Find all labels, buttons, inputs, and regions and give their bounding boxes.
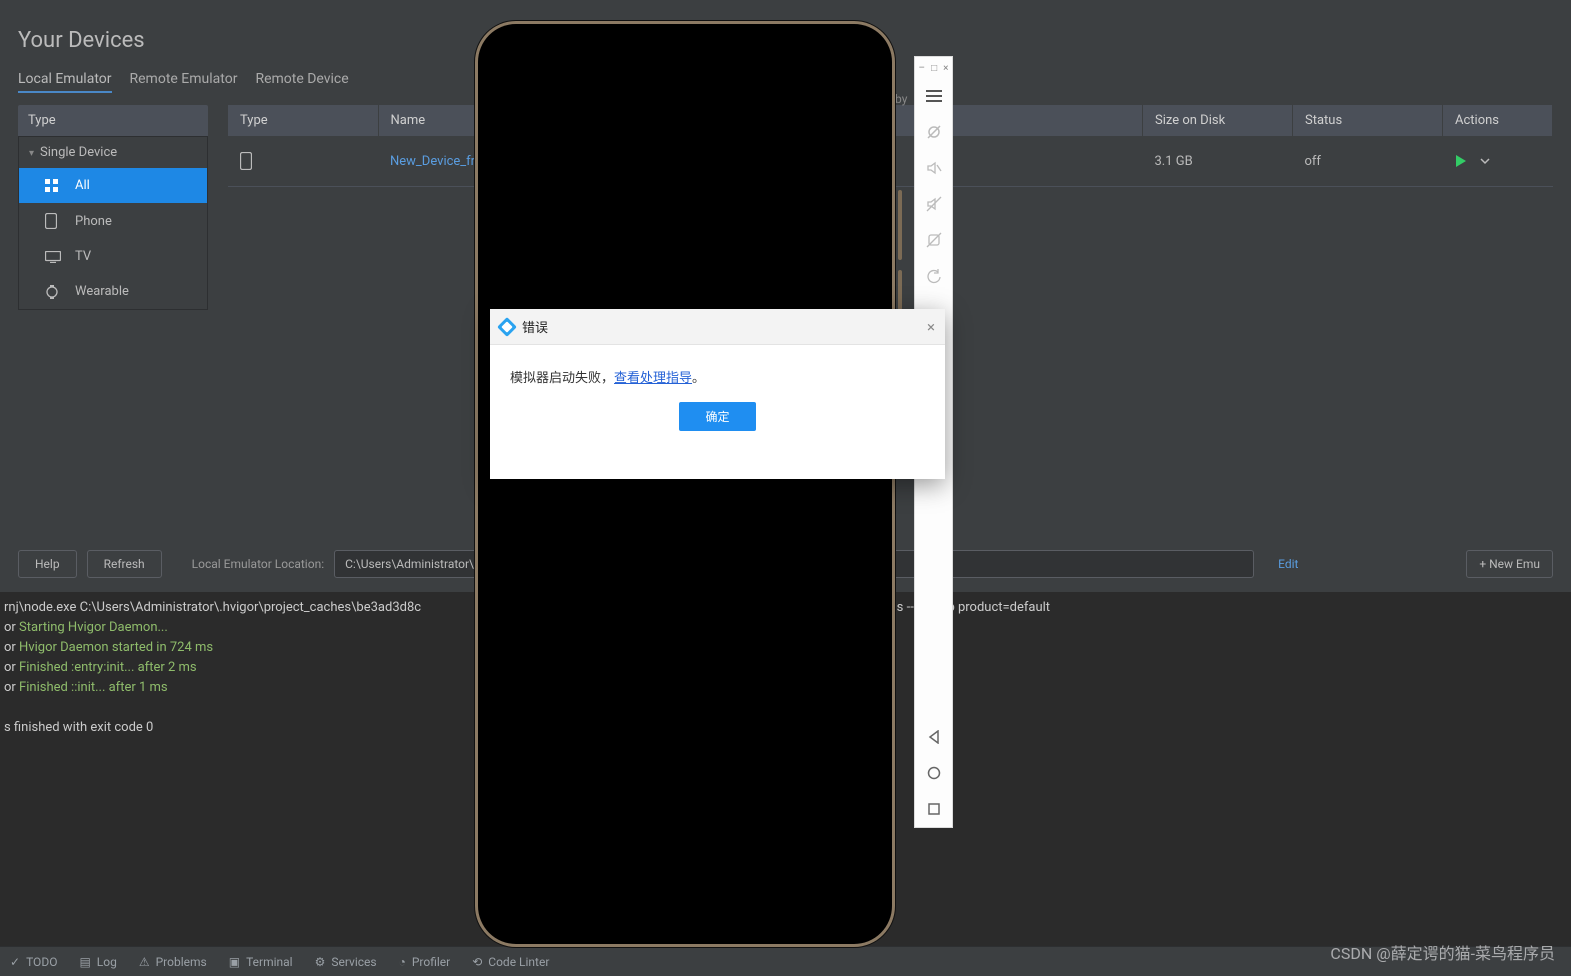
gear-icon: ⚙ — [315, 955, 326, 969]
col-status[interactable]: Status — [1293, 105, 1443, 136]
device-frame — [478, 24, 892, 944]
rotate-left-icon[interactable] — [915, 222, 953, 258]
maximize-icon[interactable]: □ — [931, 63, 937, 74]
sidebar-header: Type — [18, 105, 208, 136]
console-prefix: or — [4, 640, 19, 655]
tab-local-emulator[interactable]: Local Emulator — [18, 71, 112, 93]
volume-off-icon[interactable] — [915, 186, 953, 222]
warning-icon: ⚠ — [139, 955, 150, 969]
back-icon[interactable] — [915, 719, 953, 755]
chevron-down-icon[interactable] — [1479, 155, 1491, 167]
col-actions[interactable]: Actions — [1443, 105, 1553, 136]
cell-type — [228, 136, 378, 187]
col-size[interactable]: Size on Disk — [1143, 105, 1293, 136]
console-line: rnj\node.exe C:\Users\Administrator\.hvi… — [4, 600, 421, 615]
watermark: CSDN @薛定谔的猫-菜鸟程序员 — [1330, 940, 1555, 964]
dialog-title: 错误 — [522, 317, 548, 336]
console-line: Finished ::init... after 1 ms — [19, 680, 168, 695]
tv-icon — [45, 251, 61, 263]
help-guide-link[interactable]: 查看处理指导 — [614, 371, 692, 386]
help-button[interactable]: Help — [18, 550, 77, 578]
tab-remote-emulator[interactable]: Remote Emulator — [130, 71, 238, 93]
sidebar-group-single-device[interactable]: Single Device — [19, 137, 207, 168]
profiler-icon: ◔ — [399, 955, 406, 969]
terminal-icon: ▣ — [229, 955, 240, 969]
sidebar-item-label: Phone — [75, 214, 112, 229]
volume-mute-icon[interactable] — [915, 150, 953, 186]
device-side-button — [898, 190, 902, 260]
check-icon: ✓ — [10, 955, 20, 969]
statusbar-todo[interactable]: ✓TODO — [10, 955, 57, 969]
console-line: Finished :entry:init... after 2 ms — [19, 660, 197, 675]
statusbar-services[interactable]: ⚙Services — [315, 955, 377, 969]
emulator-location-label: Local Emulator Location: — [192, 557, 324, 571]
emulator-device — [478, 0, 896, 976]
overview-icon[interactable] — [915, 791, 953, 827]
sidebar-item-phone[interactable]: Phone — [19, 203, 207, 239]
ok-button[interactable]: 确定 — [679, 402, 755, 431]
device-side-button — [898, 270, 902, 310]
device-type-sidebar: Type Single Device All Phone — [18, 105, 208, 310]
sidebar-item-tv[interactable]: TV — [19, 239, 207, 274]
edit-location-link[interactable]: Edit — [1278, 557, 1298, 571]
play-icon[interactable] — [1455, 155, 1467, 167]
sidebar-item-wearable[interactable]: Wearable — [19, 274, 207, 309]
error-dialog: 错误 × 模拟器启动失败，查看处理指导。 确定 — [490, 309, 945, 479]
minimize-icon[interactable]: – — [919, 63, 926, 74]
watch-icon — [45, 285, 61, 299]
cell-status: off — [1293, 136, 1443, 187]
col-type[interactable]: Type — [228, 105, 378, 136]
app-icon — [497, 317, 517, 337]
log-icon: ▤ — [79, 955, 90, 969]
rotate-right-icon[interactable] — [915, 258, 953, 294]
no-sensor-icon[interactable] — [915, 114, 953, 150]
console-prefix: or — [4, 660, 19, 675]
close-icon[interactable]: × — [927, 318, 935, 336]
console-line: Hvigor Daemon started in 724 ms — [19, 640, 213, 655]
sidebar-item-label: Wearable — [75, 284, 129, 299]
statusbar-terminal[interactable]: ▣Terminal — [229, 955, 293, 969]
sidebar-item-label: All — [75, 178, 90, 193]
phone-icon — [45, 213, 61, 229]
console-prefix: or — [4, 680, 19, 695]
home-icon[interactable] — [915, 755, 953, 791]
new-emulator-button[interactable]: + New Emu — [1466, 550, 1553, 578]
console-prefix: or — [4, 620, 19, 635]
grid-icon — [45, 179, 61, 193]
device-notch — [597, 28, 777, 50]
statusbar-log[interactable]: ▤Log — [79, 955, 116, 969]
refresh-button[interactable]: Refresh — [87, 550, 162, 578]
statusbar-profiler[interactable]: ◔Profiler — [399, 955, 451, 969]
sidebar-item-label: TV — [75, 249, 91, 264]
device-screen[interactable] — [488, 34, 882, 934]
console-line: Starting Hvigor Daemon... — [19, 620, 168, 635]
dialog-header: 错误 × — [490, 309, 945, 345]
cell-actions — [1443, 136, 1553, 187]
console-line: s finished with exit code 0 — [4, 720, 153, 735]
cell-size: 3.1 GB — [1143, 136, 1293, 187]
sidebar-item-all[interactable]: All — [19, 168, 207, 203]
close-icon[interactable]: × — [943, 63, 948, 74]
statusbar-problems[interactable]: ⚠Problems — [139, 955, 207, 969]
tab-remote-device[interactable]: Remote Device — [255, 71, 348, 93]
dialog-message: 模拟器启动失败，查看处理指导。 — [490, 345, 945, 396]
phone-icon — [240, 152, 366, 170]
menu-icon[interactable] — [915, 78, 953, 114]
